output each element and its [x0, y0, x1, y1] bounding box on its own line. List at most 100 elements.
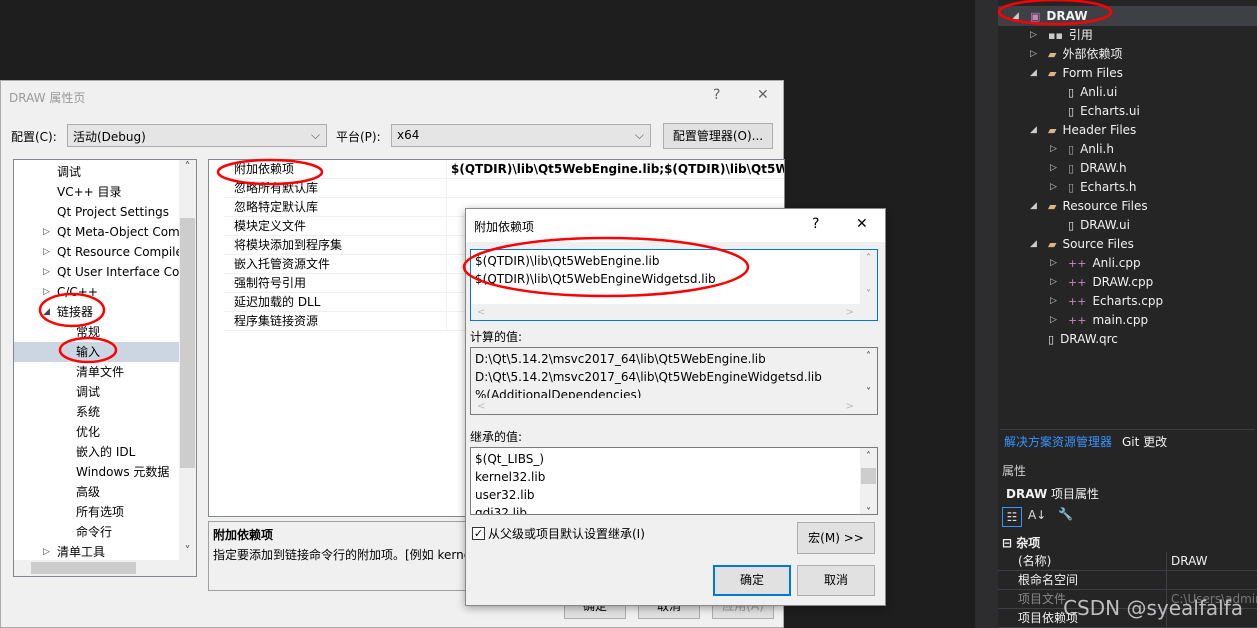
expand-arrow-icon[interactable]: ▷ [43, 282, 50, 302]
help-button[interactable]: ? [812, 216, 819, 232]
solution-item[interactable]: ▷ ▪▪ 引用 [1030, 26, 1093, 45]
property-row[interactable]: 忽略所有默认库 [224, 179, 784, 198]
tab-git-changes[interactable]: Git 更改 [1122, 433, 1167, 450]
solution-item[interactable]: ▷ ++ Echarts.cpp [1050, 292, 1163, 311]
solution-item[interactable]: ▷ ++ main.cpp [1050, 311, 1148, 330]
tree-item[interactable]: VC++ 目录 [57, 182, 179, 202]
checkmark-icon[interactable]: ✓ [472, 527, 485, 540]
solution-item[interactable]: ◢ ▣ DRAW [1012, 7, 1088, 26]
property-value[interactable]: $(QTDIR)\lib\Qt5WebEngine.lib;$(QTDIR)\l… [446, 160, 784, 179]
wrench-icon[interactable]: 🔧 [1058, 507, 1073, 521]
tab-solution-explorer[interactable]: 解决方案资源管理器 [1004, 433, 1112, 450]
solution-item[interactable]: ▯ DRAW.qrc [1048, 330, 1118, 349]
expand-arrow-icon[interactable]: ◢ [1030, 197, 1037, 216]
tree-item[interactable]: 调试 [57, 162, 179, 182]
solution-item[interactable]: ▯ DRAW.ui [1068, 216, 1130, 235]
solution-item[interactable]: ▷ ++ Anli.cpp [1050, 254, 1141, 273]
horizontal-scrollbar[interactable]: < > [471, 304, 860, 320]
tree-item[interactable]: 命令行 [76, 522, 179, 542]
tree-item[interactable]: ▷ Qt Meta-Object Compiler [43, 222, 179, 242]
collapse-icon[interactable]: ⊟ [1002, 536, 1012, 550]
property-row[interactable]: 附加依赖项 $(QTDIR)\lib\Qt5WebEngine.lib;$(QTD… [224, 160, 784, 179]
solution-item[interactable]: ◢ ▰ Source Files [1030, 235, 1134, 254]
solution-item[interactable]: ◢ ▰ Header Files [1030, 121, 1136, 140]
splitter[interactable] [975, 0, 998, 628]
tree-item[interactable]: 清单文件 [76, 362, 179, 382]
vertical-scrollbar[interactable]: ˄ ˅ [860, 348, 877, 414]
config-select[interactable]: 活动(Debug) ⌵ [67, 124, 327, 147]
expand-arrow-icon[interactable]: ▷ [1050, 292, 1057, 311]
solution-item[interactable]: ▷ ++ DRAW.cpp [1050, 273, 1153, 292]
close-button[interactable]: ✕ [757, 87, 769, 103]
tree-item[interactable]: 常规 [76, 322, 179, 342]
sort-alpha-icon[interactable]: A↓ [1028, 508, 1046, 522]
expand-arrow-icon[interactable]: ▷ [1050, 140, 1057, 159]
property-value[interactable]: DRAW [1166, 552, 1257, 571]
property-value[interactable] [1166, 571, 1257, 590]
property-value[interactable] [446, 293, 451, 312]
solution-item[interactable]: ▯ Anli.ui [1068, 83, 1117, 102]
expand-arrow-icon[interactable]: ▷ [43, 542, 50, 562]
expand-arrow-icon[interactable]: ▷ [43, 262, 50, 282]
property-value[interactable] [446, 179, 451, 198]
tree-item[interactable]: 所有选项 [76, 502, 179, 522]
property-value[interactable] [446, 236, 451, 255]
expand-arrow-icon[interactable]: ◢ [1030, 64, 1037, 83]
horizontal-scrollbar[interactable] [14, 560, 196, 576]
cancel-button[interactable]: 取消 [797, 565, 875, 596]
property-row[interactable]: (名称) DRAW [998, 552, 1257, 571]
tree-item[interactable]: ◢ 链接器 [43, 302, 179, 322]
property-row[interactable]: 根命名空间 [998, 571, 1257, 590]
expand-arrow-icon[interactable]: ▷ [43, 222, 50, 242]
vertical-scrollbar[interactable]: ˄ ˅ [179, 160, 196, 560]
property-value[interactable] [446, 198, 451, 217]
platform-select[interactable]: x64 ⌵ [391, 124, 651, 147]
tree-item[interactable]: ▷ Qt Resource Compiler [43, 242, 179, 262]
expand-arrow-icon[interactable]: ▷ [1030, 45, 1037, 64]
solution-item[interactable]: ▯ Echarts.ui [1068, 102, 1140, 121]
tree-item[interactable]: Qt Project Settings [57, 202, 179, 222]
help-button[interactable]: ? [713, 87, 720, 103]
tree-item[interactable]: ▷ 清单工具 [43, 542, 179, 562]
expand-arrow-icon[interactable]: ▷ [1050, 273, 1057, 292]
tree-item[interactable]: 嵌入的 IDL [76, 442, 179, 462]
expand-arrow-icon[interactable]: ▷ [1050, 311, 1057, 330]
tree-item[interactable]: Windows 元数据 [76, 462, 179, 482]
tree-item[interactable]: 输入 [14, 342, 179, 362]
close-button[interactable]: ✕ [856, 216, 868, 232]
macro-button[interactable]: 宏(M) >> [797, 522, 875, 554]
tree-item[interactable]: 优化 [76, 422, 179, 442]
expand-arrow-icon[interactable]: ▷ [43, 242, 50, 262]
ok-button[interactable]: 确定 [713, 565, 791, 596]
solution-item[interactable]: ▷ ▯ Anli.h [1050, 140, 1114, 159]
vertical-scrollbar[interactable]: ˄ ˅ [860, 448, 877, 514]
settings-tree[interactable]: 调试 VC++ 目录 Qt Project Settings ▷ Qt Meta-Obj… [13, 159, 197, 577]
property-value[interactable] [446, 255, 451, 274]
expand-arrow-icon[interactable]: ▷ [1050, 254, 1057, 273]
tree-item[interactable]: 系统 [76, 402, 179, 422]
solution-item[interactable]: ◢ ▰ Resource Files [1030, 197, 1148, 216]
solution-item[interactable]: ▷ ▰ 外部依赖项 [1030, 45, 1122, 64]
horizontal-scrollbar[interactable]: < > [471, 398, 860, 414]
expand-arrow-icon[interactable]: ◢ [1030, 235, 1037, 254]
vertical-scrollbar[interactable]: ˄ ˅ [860, 250, 877, 320]
tree-item[interactable]: 高级 [76, 482, 179, 502]
property-value[interactable] [446, 274, 451, 293]
tree-item[interactable]: ▷ C/C++ [43, 282, 179, 302]
property-value[interactable] [446, 217, 451, 236]
solution-item[interactable]: ▷ ▯ Echarts.h [1050, 178, 1137, 197]
expand-arrow-icon[interactable]: ▷ [1030, 26, 1037, 45]
solution-item[interactable]: ◢ ▰ Form Files [1030, 64, 1123, 83]
tree-item[interactable]: 调试 [76, 382, 179, 402]
inherit-checkbox[interactable]: ✓ 从父级或项目默认设置继承(I) [472, 525, 645, 542]
categorized-icon[interactable]: ☷ [1002, 507, 1022, 527]
property-value[interactable] [446, 312, 451, 331]
tree-item[interactable]: ▷ Qt User Interface Compiler [43, 262, 179, 282]
expand-arrow-icon[interactable]: ◢ [1012, 7, 1019, 26]
expand-arrow-icon[interactable]: ◢ [43, 302, 50, 322]
dependencies-edit[interactable]: $(QTDIR)\lib\Qt5WebEngine.lib $(QTDIR)\li… [470, 249, 878, 321]
expand-arrow-icon[interactable]: ◢ [1030, 121, 1037, 140]
solution-item[interactable]: ▷ ▯ DRAW.h [1050, 159, 1127, 178]
expand-arrow-icon[interactable]: ▷ [1050, 178, 1057, 197]
expand-arrow-icon[interactable]: ▷ [1050, 159, 1057, 178]
